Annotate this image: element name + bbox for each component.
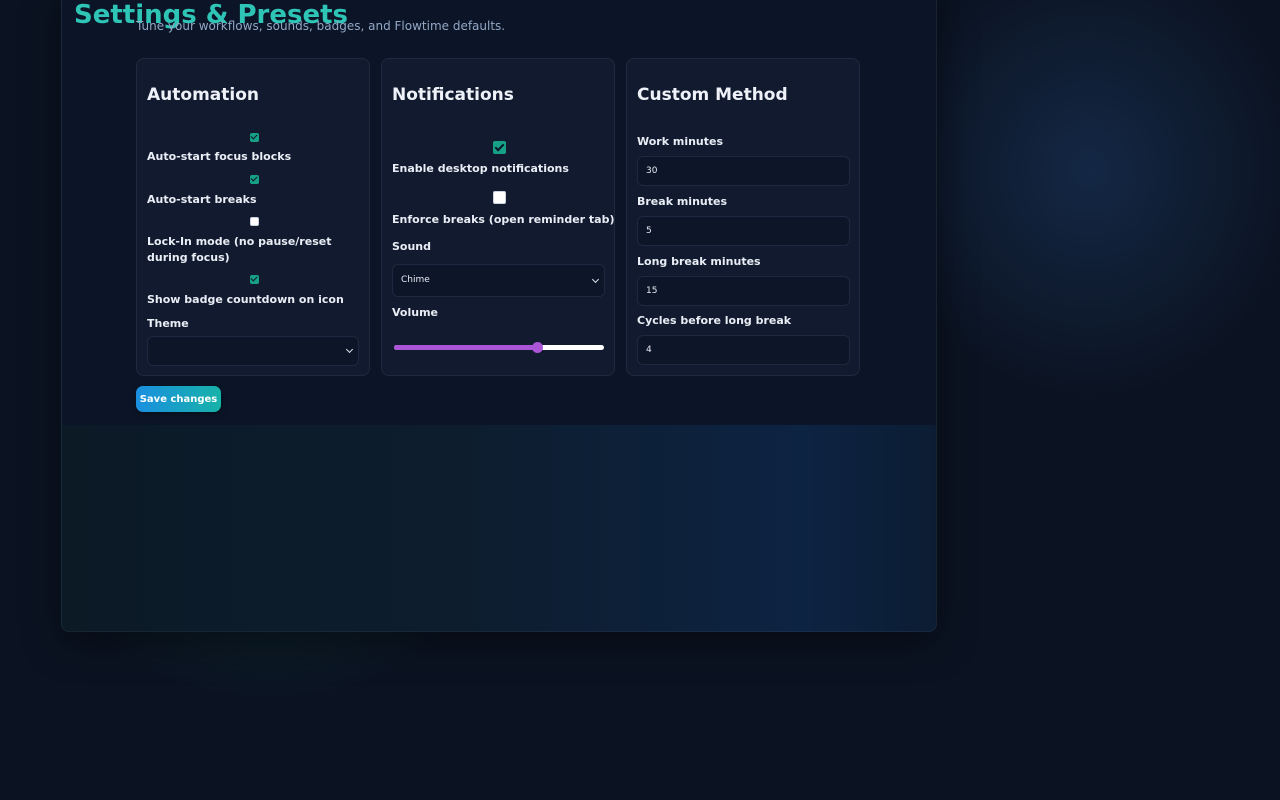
custom-method-title: Custom Method [637, 85, 788, 105]
theme-label: Theme [147, 317, 189, 330]
automation-title: Automation [147, 85, 259, 105]
sound-select-value: Chime [401, 275, 430, 285]
break-minutes-input[interactable]: 5 [637, 216, 850, 246]
chevron-down-icon [345, 345, 354, 354]
auto-start-breaks-label: Auto-start breaks [147, 193, 257, 206]
chevron-down-icon [591, 275, 600, 283]
volume-slider-fill [394, 345, 537, 350]
background-glow [880, 0, 1280, 400]
work-minutes-label: Work minutes [637, 135, 724, 148]
notifications-title: Notifications [392, 85, 514, 105]
work-minutes-input[interactable]: 30 [637, 156, 850, 186]
theme-select[interactable] [147, 336, 359, 366]
long-break-minutes-label: Long break minutes [637, 255, 761, 268]
volume-label: Volume [392, 306, 438, 319]
break-minutes-label: Break minutes [637, 195, 727, 208]
notifications-card: Notifications Enable desktop notificatio… [381, 58, 615, 376]
automation-card: Automation Auto-start focus blocks Auto-… [136, 58, 370, 376]
lock-in-mode-checkbox[interactable] [250, 217, 259, 226]
save-changes-button[interactable]: Save changes [136, 386, 221, 412]
enforce-breaks-checkbox[interactable] [493, 191, 506, 204]
auto-start-focus-checkbox[interactable] [250, 133, 259, 142]
long-break-minutes-input[interactable]: 15 [637, 276, 850, 306]
badge-countdown-checkbox[interactable] [250, 275, 259, 284]
auto-start-breaks-checkbox[interactable] [250, 175, 259, 184]
page-subtitle: Tune your workflows, sounds, badges, and… [136, 19, 506, 33]
lock-in-mode-label: Lock-In mode (no pause/reset during focu… [147, 235, 332, 264]
cycles-input[interactable]: 4 [637, 335, 850, 365]
sound-label: Sound [392, 240, 432, 253]
custom-method-card: Custom Method Work minutes 30 Break minu… [626, 58, 860, 376]
volume-slider-thumb[interactable] [531, 342, 543, 353]
volume-slider[interactable] [394, 342, 604, 353]
desktop-notifications-checkbox[interactable] [493, 141, 506, 154]
sound-select[interactable]: Chime [392, 264, 605, 297]
desktop-notifications-label: Enable desktop notifications [392, 162, 569, 175]
auto-start-focus-label: Auto-start focus blocks [147, 150, 292, 163]
enforce-breaks-label: Enforce breaks (open reminder tab) [392, 213, 615, 226]
cycles-label: Cycles before long break [637, 314, 792, 327]
badge-countdown-label: Show badge countdown on icon [147, 293, 344, 306]
